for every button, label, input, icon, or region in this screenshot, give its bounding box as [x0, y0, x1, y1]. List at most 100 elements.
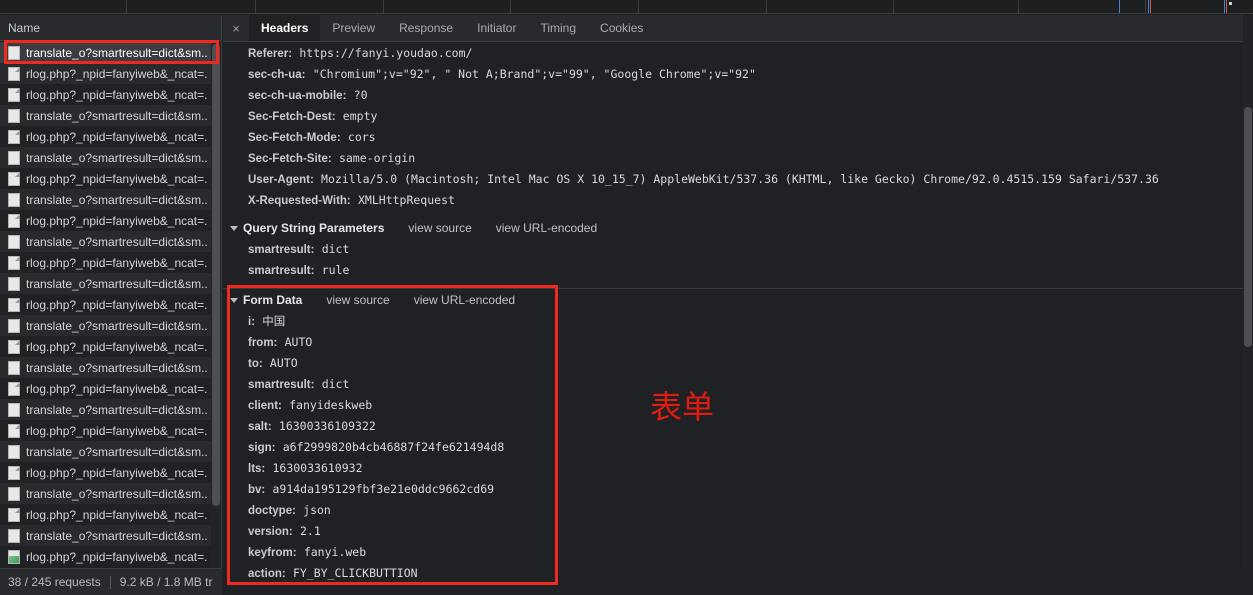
transferred-size: 9.2 kB / 1.8 MB tr	[119, 575, 213, 589]
script-icon	[8, 87, 20, 102]
form-data-row-value: AUTO	[269, 356, 298, 370]
form-data-row-value: AUTO	[284, 335, 313, 349]
request-list-item[interactable]: rlog.php?_npid=fanyiweb&_ncat=.	[0, 168, 221, 189]
query-param-row-value: dict	[321, 242, 350, 256]
request-list-item[interactable]: translate_o?smartresult=dict&sm..	[0, 273, 221, 294]
form-data-annotation-label: 表单	[650, 388, 715, 426]
request-list-item[interactable]: translate_o?smartresult=dict&sm..	[0, 483, 221, 504]
header-row: Referer: https://fanyi.youdao.com/	[223, 43, 1253, 64]
form-data-row-value: fanyi.web	[303, 545, 367, 559]
form-data-section-view-url-encoded-link[interactable]: view URL-encoded	[414, 289, 515, 311]
form-data-row-value: a914da195129fbf3e21e0ddc9662cd69	[272, 482, 495, 496]
request-list-item-label: translate_o?smartresult=dict&sm..	[26, 318, 208, 333]
request-list-item[interactable]: translate_o?smartresult=dict&sm..	[0, 189, 221, 210]
form-data-row-key: i:	[248, 316, 256, 328]
header-row-value: same-origin	[338, 151, 416, 165]
request-list-scrollbar[interactable]	[211, 42, 221, 568]
network-status-bar: 38 / 245 requests 9.2 kB / 1.8 MB tr	[0, 568, 222, 595]
detail-scrollbar[interactable]	[1243, 15, 1253, 568]
request-list-item[interactable]: rlog.php?_npid=fanyiweb&_ncat=.	[0, 504, 221, 525]
request-list-item-label: rlog.php?_npid=fanyiweb&_ncat=.	[26, 213, 208, 228]
request-list-item[interactable]: translate_o?smartresult=dict&sm..	[0, 399, 221, 420]
request-list-item-label: translate_o?smartresult=dict&sm..	[26, 45, 208, 60]
request-list-item[interactable]: translate_o?smartresult=dict&sm..	[0, 42, 221, 63]
header-row: User-Agent: Mozilla/5.0 (Macintosh; Inte…	[223, 169, 1253, 190]
query-param-row: smartresult: dict	[223, 239, 1253, 260]
request-list-item[interactable]: translate_o?smartresult=dict&sm..	[0, 441, 221, 462]
request-list-item[interactable]: rlog.php?_npid=fanyiweb&_ncat=.	[0, 126, 221, 147]
header-row-key: Referer:	[248, 48, 293, 60]
tab-response[interactable]: Response	[387, 15, 465, 41]
form-data-row-key: bv:	[248, 484, 266, 496]
form-data-row-value: 2.1	[299, 524, 321, 538]
script-icon	[8, 339, 20, 354]
form-data-section-view-source-link[interactable]: view source	[326, 289, 389, 311]
overview-event-marker-dom-content-loaded	[1119, 0, 1120, 13]
query-string-parameters-section-view-url-encoded-link[interactable]: view URL-encoded	[496, 217, 597, 239]
query-string-parameters-section-view-source-link[interactable]: view source	[408, 217, 471, 239]
chevron-down-icon[interactable]	[230, 225, 238, 231]
form-data-row: version: 2.1	[223, 521, 1253, 542]
network-overview-timeline[interactable]	[0, 0, 1253, 14]
request-list-item-label: rlog.php?_npid=fanyiweb&_ncat=.	[26, 129, 208, 144]
request-list-rows[interactable]: translate_o?smartresult=dict&sm.. rlog.ph…	[0, 42, 221, 568]
close-icon[interactable]: ×	[223, 15, 249, 41]
tab-preview[interactable]: Preview	[320, 15, 387, 41]
form-data-row: to: AUTO	[223, 353, 1253, 374]
tab-timing[interactable]: Timing	[528, 15, 588, 41]
request-list-item[interactable]: rlog.php?_npid=fanyiweb&_ncat=.	[0, 84, 221, 105]
headers-content: Referer: https://fanyi.youdao.com/sec-ch…	[223, 43, 1253, 595]
request-list-item[interactable]: rlog.php?_npid=fanyiweb&_ncat=.	[0, 462, 221, 483]
tab-initiator[interactable]: Initiator	[465, 15, 528, 41]
document-icon	[8, 360, 20, 375]
header-row-key: sec-ch-ua-mobile:	[248, 90, 347, 102]
form-data-row-value: 中国	[262, 314, 286, 328]
request-list-item[interactable]: rlog.php?_npid=fanyiweb&_ncat=.	[0, 336, 221, 357]
header-row-key: User-Agent:	[248, 174, 314, 186]
header-row-value: Mozilla/5.0 (Macintosh; Intel Mac OS X 1…	[321, 172, 1159, 186]
request-list-item[interactable]: rlog.php?_npid=fanyiweb&_ncat=.	[0, 294, 221, 315]
document-icon	[8, 318, 20, 333]
request-list-item-label: rlog.php?_npid=fanyiweb&_ncat=.	[26, 381, 208, 396]
form-data-row-key: version:	[248, 526, 293, 538]
form-data-row: doctype: json	[223, 500, 1253, 521]
form-data-row-value: a6f2999820b4cb46887f24fe621494d8	[282, 440, 505, 454]
form-data-row: lts: 1630033610932	[223, 458, 1253, 479]
request-list-scrollbar-thumb[interactable]	[212, 44, 220, 506]
request-list-item[interactable]: translate_o?smartresult=dict&sm..	[0, 357, 221, 378]
detail-scrollbar-thumb[interactable]	[1244, 107, 1252, 347]
request-list-item[interactable]: rlog.php?_npid=fanyiweb&_ncat=.	[0, 210, 221, 231]
overview-segment-divider	[1018, 0, 1019, 13]
request-list-item-label: translate_o?smartresult=dict&sm..	[26, 234, 208, 249]
header-row: sec-ch-ua-mobile: ?0	[223, 85, 1253, 106]
request-list-item[interactable]: rlog.php?_npid=fanyiweb&_ncat=.	[0, 252, 221, 273]
request-list-item-label: translate_o?smartresult=dict&sm..	[26, 150, 208, 165]
request-list-item[interactable]: rlog.php?_npid=fanyiweb&_ncat=.	[0, 63, 221, 84]
document-icon	[8, 528, 20, 543]
form-data-row-value: dict	[321, 377, 350, 391]
script-icon	[8, 255, 20, 270]
request-list-item[interactable]: rlog.php?_npid=fanyiweb&_ncat=.	[0, 420, 221, 441]
request-list-item[interactable]: rlog.php?_npid=fanyiweb&_ncat=.	[0, 378, 221, 399]
request-list-item-label: translate_o?smartresult=dict&sm..	[26, 192, 208, 207]
request-list-item-label: translate_o?smartresult=dict&sm..	[26, 486, 208, 501]
request-list-item[interactable]: translate_o?smartresult=dict&sm..	[0, 105, 221, 126]
request-list-item[interactable]: translate_o?smartresult=dict&sm..	[0, 525, 221, 546]
request-list-item[interactable]: translate_o?smartresult=dict&sm..	[0, 147, 221, 168]
request-list-item-label: translate_o?smartresult=dict&sm..	[26, 360, 208, 375]
request-list-item[interactable]: rlog.php?_npid=fanyiweb&_ncat=.	[0, 546, 221, 567]
chevron-down-icon[interactable]	[230, 297, 238, 303]
document-icon	[8, 444, 20, 459]
request-list-item[interactable]: translate_o?smartresult=dict&sm..	[0, 315, 221, 336]
form-data-row-key: action:	[248, 568, 286, 580]
status-divider	[109, 575, 111, 589]
request-list-item-label: rlog.php?_npid=fanyiweb&_ncat=.	[26, 465, 208, 480]
tab-headers[interactable]: Headers	[249, 15, 321, 41]
header-row: Sec-Fetch-Dest: empty	[223, 106, 1253, 127]
form-data-row-key: doctype:	[248, 505, 296, 517]
document-icon	[8, 192, 20, 207]
overview-segment-divider	[1145, 0, 1146, 13]
request-list-item[interactable]: translate_o?smartresult=dict&sm..	[0, 231, 221, 252]
header-row: Sec-Fetch-Mode: cors	[223, 127, 1253, 148]
tab-cookies[interactable]: Cookies	[588, 15, 655, 41]
